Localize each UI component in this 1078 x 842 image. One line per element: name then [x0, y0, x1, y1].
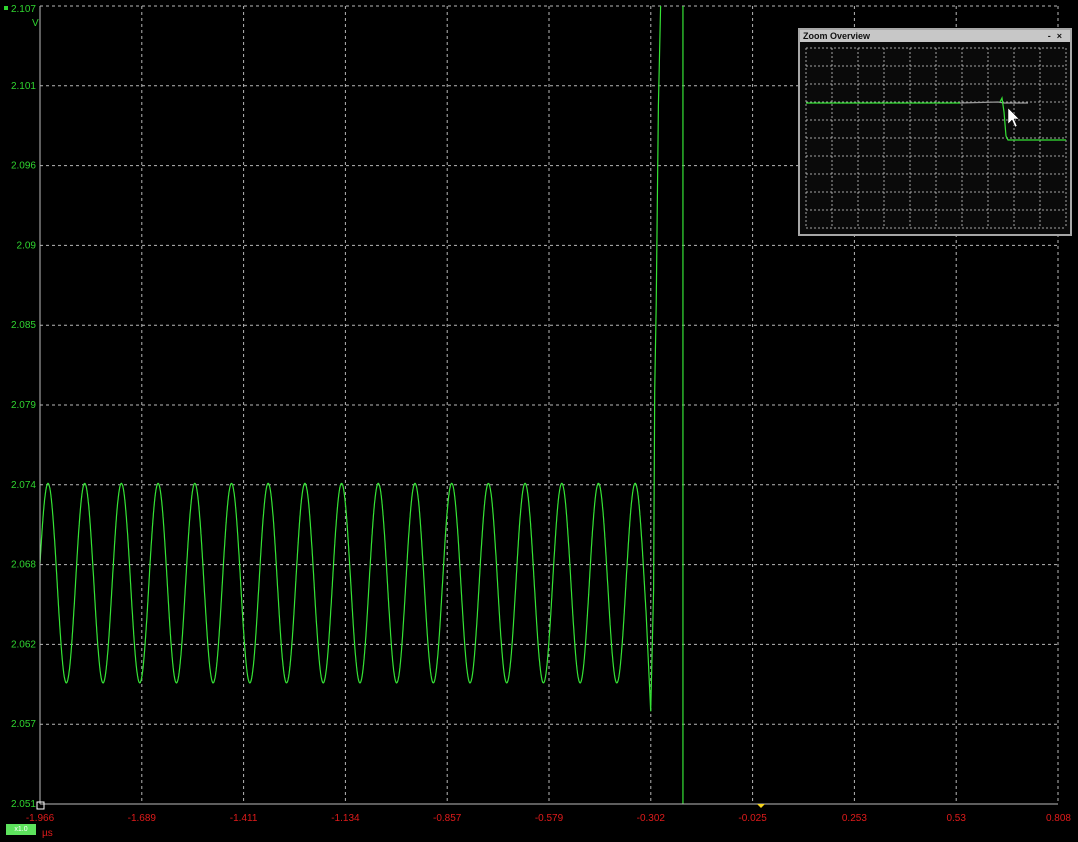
channel-marker-icon[interactable] [4, 6, 8, 10]
signal-trace [39, 5, 662, 712]
y-axis-unit: V [32, 18, 39, 29]
y-tick-label: 2.068 [11, 560, 36, 571]
x-tick-label: -1.966 [26, 813, 55, 824]
y-tick-label: 2.085 [11, 320, 36, 331]
y-tick-labels: 2.051 2.057 2.062 2.068 2.074 2.079 2.085 2.09 2… [11, 4, 36, 810]
x-tick-label: -1.134 [331, 813, 360, 824]
x-tick-label: -0.857 [433, 813, 462, 824]
zoom-grid [805, 47, 1067, 229]
zoom-overview-title: Zoom Overview [803, 31, 871, 41]
x-tick-label: -1.411 [230, 813, 258, 824]
x-tick-label: -1.689 [128, 813, 157, 824]
x-tick-label: -0.579 [535, 813, 564, 824]
x-tick-label: -0.025 [738, 813, 767, 824]
y-tick-label: 2.09 [17, 240, 37, 251]
x-tick-label: 0.53 [946, 813, 966, 824]
y-tick-label: 2.057 [11, 719, 36, 730]
x-tick-label: 0.808 [1046, 813, 1071, 824]
x-tick-labels: -1.966 -1.689 -1.411 -1.134 -0.857 -0.579 -0.3… [26, 813, 1072, 824]
x-tick-label: -0.302 [637, 813, 666, 824]
zoom-overview-plot[interactable] [800, 42, 1070, 234]
y-tick-label: 2.096 [11, 161, 36, 172]
range-tag[interactable]: x1.0 [6, 824, 36, 835]
trigger-marker-icon[interactable] [757, 804, 765, 808]
x-axis-unit: µs [42, 828, 53, 839]
y-tick-label: 2.107 [11, 4, 36, 15]
zoom-overview-titlebar[interactable]: Zoom Overview -× [800, 30, 1070, 42]
close-icon[interactable]: × [1057, 31, 1068, 41]
y-tick-label: 2.079 [11, 400, 36, 411]
minimize-icon[interactable]: - [1048, 31, 1057, 41]
zoom-window-marker[interactable] [959, 101, 1028, 104]
y-tick-label: 2.051 [11, 799, 36, 810]
y-tick-label: 2.074 [11, 480, 36, 491]
zoom-overview-window[interactable]: Zoom Overview -× [798, 28, 1072, 236]
y-tick-label: 2.101 [11, 81, 36, 92]
x-tick-label: 0.253 [842, 813, 867, 824]
y-tick-label: 2.062 [11, 639, 36, 650]
